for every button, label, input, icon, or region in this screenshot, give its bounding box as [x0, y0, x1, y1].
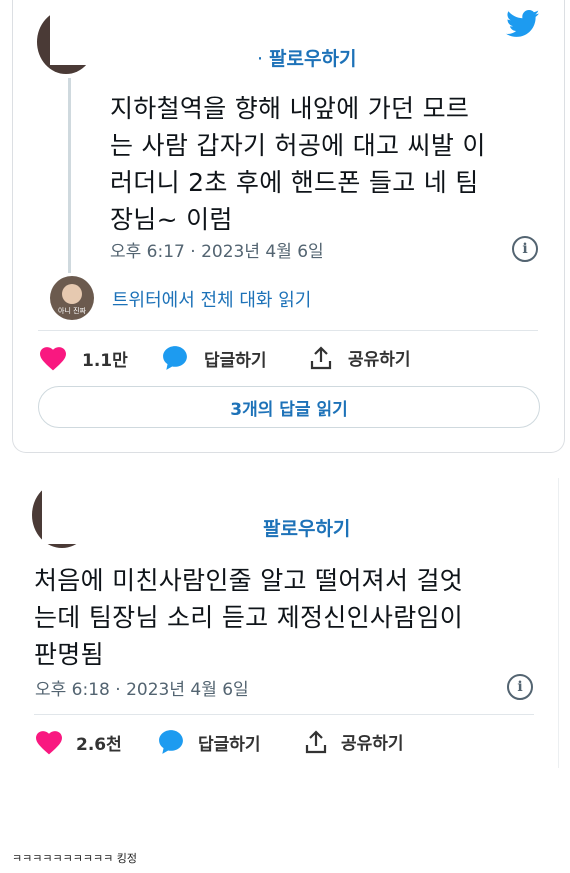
divider	[38, 330, 538, 331]
avatar-face	[62, 284, 82, 304]
post-caption: ㅋㅋㅋㅋㅋㅋㅋㅋㅋㅋ 킹정	[12, 852, 137, 865]
tweet-text-1: 지하철역을 향해 내앞에 가던 모르 는 사람 갑자기 허공에 대고 씨발 이 …	[110, 90, 486, 238]
follow-label: 팔로우하기	[269, 48, 357, 70]
reply-button-2[interactable]: 답글하기	[158, 729, 261, 755]
read-conversation-link[interactable]: 트위터에서 전체 대화 읽기	[112, 286, 311, 312]
tweet-text-line: 처음에 미친사람인줄 알고 떨어져서 걸엇	[34, 566, 464, 595]
divider	[34, 714, 534, 715]
share-button-2[interactable]: 공유하기	[305, 729, 404, 754]
reply-label: 답글하기	[204, 350, 267, 371]
follow-dot: ·	[257, 48, 264, 70]
like-count: 1.1만	[82, 351, 128, 371]
info-icon[interactable]: i	[512, 236, 538, 262]
tweet-text-2: 처음에 미친사람인줄 알고 떨어져서 걸엇 는데 팀장님 소리 듣고 제정신인사…	[34, 562, 463, 673]
share-label: 공유하기	[341, 734, 404, 754]
tweet-text-line: 지하철역을 향해 내앞에 가던 모르	[110, 94, 470, 123]
reply-bubble-icon	[163, 346, 187, 370]
info-icon[interactable]: i	[507, 674, 533, 700]
like-button-1[interactable]: 1.1만	[40, 346, 128, 371]
tweet-text-line: 판명됨	[34, 640, 104, 669]
timestamp-1[interactable]: 오후 6:17 · 2023년 4월 6일	[110, 237, 324, 262]
reply-bubble-icon	[159, 730, 183, 754]
timestamp-2[interactable]: 오후 6:18 · 2023년 4월 6일	[35, 675, 249, 700]
tweet-text-line: 장님~ 이럼	[110, 205, 233, 234]
share-button-1[interactable]: 공유하기	[310, 345, 411, 370]
reply-label: 답글하기	[198, 734, 261, 755]
like-button-2[interactable]: 2.6천	[36, 730, 122, 755]
heart-icon	[40, 346, 66, 370]
follow-button-2[interactable]: 팔로우하기	[263, 514, 350, 541]
twitter-bird-icon[interactable]	[506, 10, 540, 38]
read-replies-button[interactable]: 3개의 답글 읽기	[38, 386, 540, 428]
like-count: 2.6천	[76, 735, 122, 755]
share-label: 공유하기	[348, 350, 411, 370]
reply-button-1[interactable]: 답글하기	[162, 345, 267, 371]
share-icon	[310, 345, 332, 369]
avatar-redaction	[50, 3, 102, 65]
thread-line	[68, 78, 71, 273]
avatar-redaction	[42, 478, 98, 544]
tweet-text-line: 러더니 2초 후에 핸드폰 들고 네 팀	[110, 168, 479, 197]
tweet-text-line: 는데 팀장님 소리 듣고 제정신인사람임이	[34, 603, 464, 632]
conversation-avatar[interactable]: 아니 진짜	[50, 276, 94, 320]
share-icon	[305, 729, 327, 753]
tweet-text-line: 는 사람 갑자기 허공에 대고 씨발 이	[110, 131, 486, 160]
follow-button-1[interactable]: · 팔로우하기	[257, 44, 356, 71]
heart-icon	[36, 730, 62, 754]
avatar-caption: 아니 진짜	[58, 307, 86, 315]
